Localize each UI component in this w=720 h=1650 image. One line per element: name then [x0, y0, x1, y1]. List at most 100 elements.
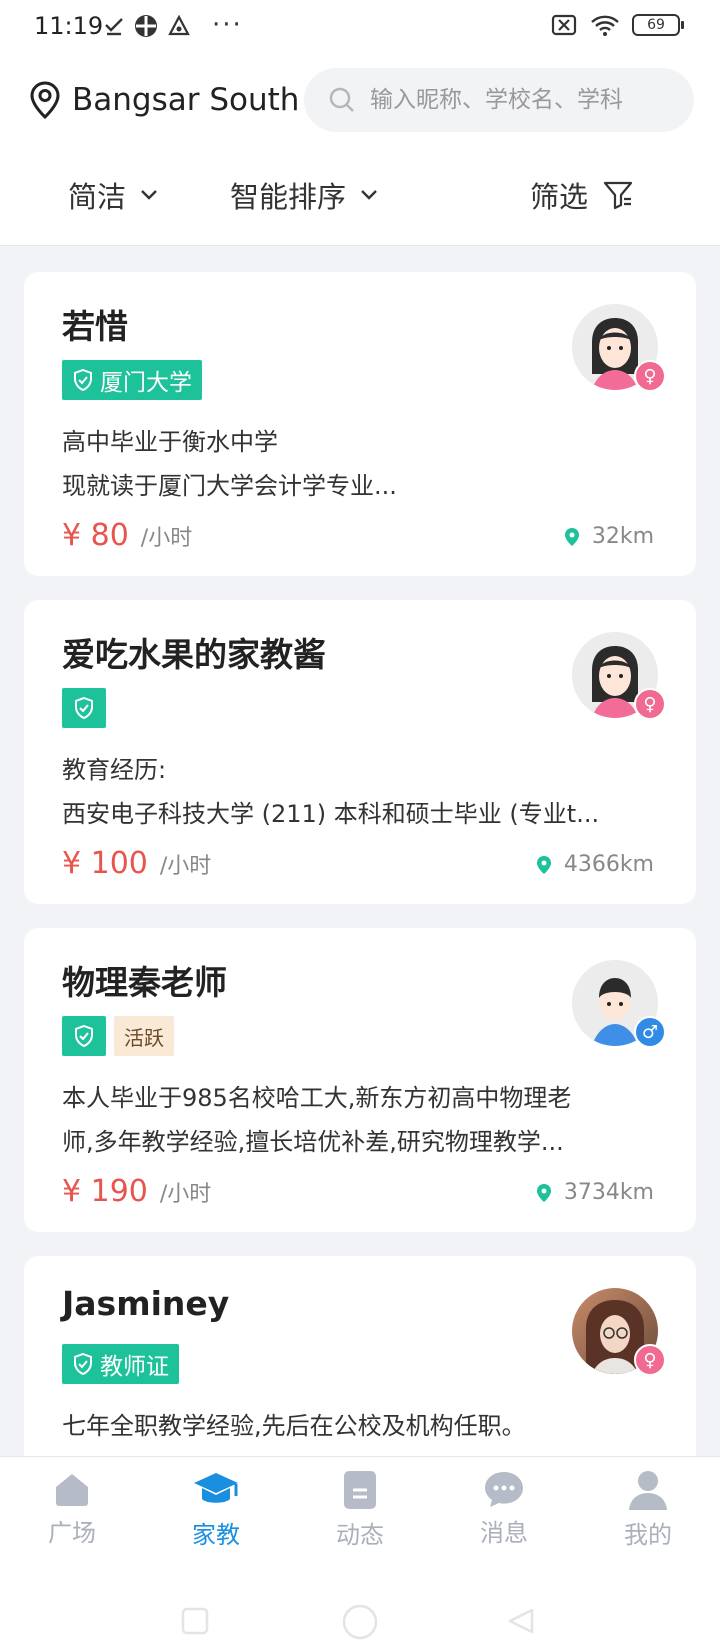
- description-line: 本人毕业于985名校哈工大,新东方初高中物理老: [62, 1084, 572, 1112]
- description-line: 七年全职教学经验,先后在公校及机构任职。: [62, 1412, 526, 1440]
- description-line: 现就读于厦门大学会计学专业...: [62, 472, 397, 500]
- filter-bar: 简洁 智能排序 筛选: [0, 174, 720, 234]
- female-gender-icon: ♀: [634, 688, 666, 720]
- tutor-description: 七年全职教学经验,先后在公校及机构任职。: [62, 1404, 662, 1448]
- chevron-down-icon: [361, 190, 377, 200]
- badge-label: 厦门大学: [100, 370, 192, 396]
- status-bar: 11:19 ··· 69: [0, 0, 720, 56]
- header: Bangsar South 简洁 智能排序 筛选: [0, 56, 720, 246]
- wifi-icon: [591, 15, 619, 36]
- description-line: 高中毕业于衡水中学: [62, 428, 278, 456]
- verified-badge: [62, 1016, 106, 1056]
- battery-icon: 69: [632, 14, 684, 36]
- price-amount: ¥ 190: [62, 1174, 148, 1209]
- style-dropdown[interactable]: 简洁: [68, 174, 158, 216]
- active-tag: 活跃: [114, 1016, 174, 1056]
- price-unit: /小时: [159, 854, 212, 879]
- tutor-name: 若惜: [62, 307, 128, 346]
- tutor-badges: 厦门大学: [62, 360, 202, 400]
- status-notification-icons: [104, 14, 190, 38]
- male-gender-icon: ♂: [634, 1016, 666, 1048]
- location-pin-icon: [564, 527, 579, 546]
- location-selector[interactable]: Bangsar South: [28, 80, 299, 120]
- female-gender-icon: ♀: [634, 360, 666, 392]
- verified-badge: 厦门大学: [62, 360, 202, 400]
- tutor-name: 物理秦老师: [62, 963, 227, 1002]
- tab-label: 我的: [624, 1521, 672, 1549]
- tab-moments[interactable]: 动态: [300, 1469, 420, 1550]
- style-dropdown-label: 简洁: [68, 180, 127, 214]
- verified-badge: 教师证: [62, 1344, 179, 1384]
- tab-plaza[interactable]: 广场: [12, 1469, 132, 1548]
- tutor-distance: 3734km: [536, 1180, 654, 1205]
- tutor-badges: [62, 688, 106, 728]
- female-gender-icon: ♀: [634, 1344, 666, 1376]
- filter-label: 筛选: [530, 180, 589, 214]
- tutor-distance: 32km: [564, 524, 654, 549]
- app-notification-icon: [135, 15, 157, 37]
- tutor-price: ¥ 80 /小时: [62, 518, 192, 553]
- search-input[interactable]: [370, 87, 670, 113]
- tutor-description: 高中毕业于衡水中学 现就读于厦门大学会计学专业...: [62, 420, 662, 508]
- price-unit: /小时: [159, 1182, 212, 1207]
- tab-label: 家教: [192, 1521, 240, 1549]
- search-bar[interactable]: [304, 68, 694, 132]
- location-pin-icon: [536, 855, 551, 874]
- tab-tutoring[interactable]: 家教: [156, 1469, 276, 1550]
- distance-value: 32km: [591, 524, 654, 549]
- tutor-distance: 4366km: [536, 852, 654, 877]
- tutor-card[interactable]: 若惜 厦门大学 高中毕业于衡水中学 现就读于厦门大学会计学专业... ¥ 80 …: [24, 272, 696, 576]
- description-line: 教育经历:: [62, 756, 167, 784]
- back-icon[interactable]: [506, 1606, 536, 1636]
- location-pin-icon: [536, 1183, 551, 1202]
- price-amount: ¥ 100: [62, 846, 148, 881]
- tutor-description: 教育经历: 西安电子科技大学 (211) 本科和硕士毕业 (专业t...: [62, 748, 662, 836]
- tab-label: 消息: [480, 1519, 528, 1547]
- tutor-name: Jasminey: [62, 1284, 230, 1323]
- filter-button[interactable]: 筛选: [530, 174, 634, 216]
- document-icon: [344, 1471, 376, 1509]
- tab-messages[interactable]: 消息: [444, 1469, 564, 1548]
- description-line: 西安电子科技大学 (211) 本科和硕士毕业 (专业t...: [62, 800, 600, 828]
- distance-value: 4366km: [563, 852, 654, 877]
- home-icon: [56, 1474, 88, 1506]
- funnel-icon: [603, 181, 633, 210]
- status-time: 11:19: [34, 12, 104, 40]
- chat-icon: [485, 1472, 523, 1507]
- tutor-description: 本人毕业于985名校哈工大,新东方初高中物理老 师,多年教学经验,擅长培优补差,…: [62, 1076, 662, 1164]
- graduation-cap-icon: [194, 1473, 238, 1503]
- verified-badge: [62, 688, 106, 728]
- more-notifications-icon: ···: [212, 10, 243, 40]
- location-pin-icon: [30, 81, 60, 120]
- shield-check-icon: [75, 696, 93, 720]
- search-icon: [329, 87, 354, 112]
- shield-check-icon: [74, 1352, 92, 1376]
- tab-profile[interactable]: 我的: [588, 1469, 708, 1550]
- tab-label: 广场: [48, 1519, 96, 1547]
- user-icon: [629, 1471, 667, 1510]
- badge-label: 教师证: [100, 1354, 169, 1380]
- sim-off-icon: [551, 14, 577, 36]
- tutor-name: 爱吃水果的家教酱: [62, 635, 326, 674]
- download-done-icon: [105, 18, 123, 36]
- bottom-tab-bar: 广场 家教 动态 消息 我的: [0, 1456, 720, 1566]
- shield-check-icon: [74, 368, 92, 392]
- tutor-badges: 活跃: [62, 1016, 174, 1056]
- system-navigation-bar: [0, 1566, 720, 1650]
- distance-value: 3734km: [563, 1180, 654, 1205]
- sort-dropdown-label: 智能排序: [230, 180, 347, 214]
- tutor-card[interactable]: 爱吃水果的家教酱 教育经历: 西安电子科技大学 (211) 本科和硕士毕业 (专…: [24, 600, 696, 904]
- recent-apps-icon[interactable]: [180, 1606, 210, 1636]
- price-unit: /小时: [140, 526, 193, 551]
- location-label: Bangsar South: [72, 82, 300, 118]
- price-amount: ¥ 80: [62, 518, 129, 553]
- tutor-price: ¥ 190 /小时: [62, 1174, 211, 1209]
- tab-label: 动态: [336, 1521, 384, 1549]
- tutor-card[interactable]: 物理秦老师 活跃 本人毕业于985名校哈工大,新东方初高中物理老 师,多年教学经…: [24, 928, 696, 1232]
- sort-dropdown[interactable]: 智能排序: [230, 174, 378, 216]
- triangle-notification-icon: [168, 15, 190, 36]
- shield-check-icon: [75, 1024, 93, 1048]
- tutor-price: ¥ 100 /小时: [62, 846, 211, 881]
- status-system-icons: 69: [550, 14, 684, 36]
- home-button-icon[interactable]: [340, 1602, 380, 1642]
